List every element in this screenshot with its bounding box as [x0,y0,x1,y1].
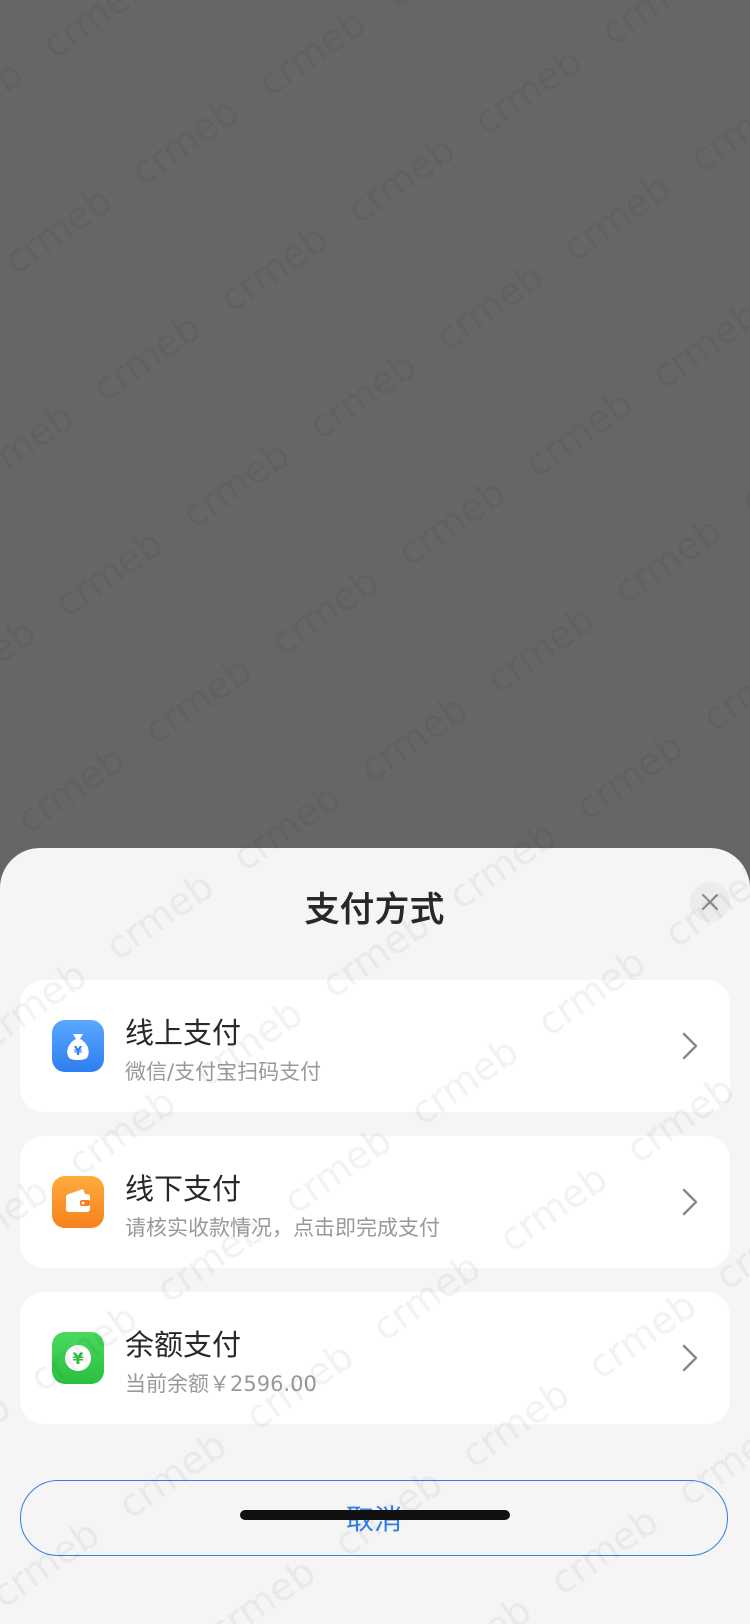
option-subtitle: 请核实收款情况，点击即完成支付 [125,1216,440,1240]
chevron-right-icon [682,1032,698,1060]
home-indicator [240,1510,510,1520]
option-online-payment[interactable]: ¥ 线上支付 微信/支付宝扫码支付 [20,980,730,1112]
option-subtitle: 微信/支付宝扫码支付 [125,1060,322,1084]
option-title: 余额支付 [125,1328,242,1362]
svg-text:¥: ¥ [72,1349,83,1368]
option-offline-payment[interactable]: 线下支付 请核实收款情况，点击即完成支付 [20,1136,730,1268]
sheet-title: 支付方式 [305,890,445,930]
money-bag-icon: ¥ [52,1020,104,1072]
wallet-icon [52,1176,104,1228]
chevron-right-icon [682,1188,698,1216]
yuan-coin-icon: ¥ [52,1332,104,1384]
option-title: 线上支付 [125,1016,242,1050]
chevron-right-icon [682,1344,698,1372]
option-title: 线下支付 [125,1172,242,1206]
option-subtitle: 当前余额￥2596.00 [125,1372,317,1396]
screen: 支付方式 ¥ 线上支付 微信/支付宝扫码支付 线下支付 请核实收款情况，点击即完… [0,0,750,1624]
close-button[interactable] [690,882,730,922]
option-balance-payment[interactable]: ¥ 余额支付 当前余额￥2596.00 [20,1292,730,1424]
svg-text:¥: ¥ [74,1044,83,1058]
payment-method-sheet: 支付方式 ¥ 线上支付 微信/支付宝扫码支付 线下支付 请核实收款情况，点击即完… [0,848,750,1624]
close-icon [702,894,718,910]
